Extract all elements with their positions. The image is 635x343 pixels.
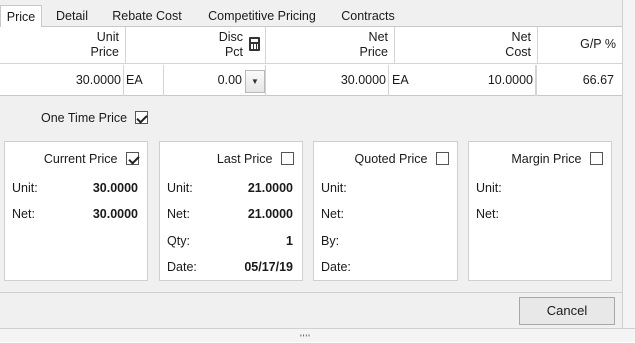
last-unit-label: Unit: xyxy=(167,181,193,195)
last-date-value: 05/17/19 xyxy=(244,260,293,274)
net-price-cell[interactable]: 30.0000 xyxy=(266,65,389,96)
current-net-value: 30.0000 xyxy=(92,207,138,221)
column-header-net-price: Net Price xyxy=(266,27,395,64)
current-net-label: Net: xyxy=(12,207,35,221)
cancel-button[interactable]: Cancel xyxy=(519,297,615,325)
quoted-price-checkbox[interactable] xyxy=(436,152,449,165)
background-window-edge xyxy=(622,0,635,342)
current-price-option[interactable]: Current Price xyxy=(44,152,139,166)
tab-detail[interactable]: Detail xyxy=(49,5,95,27)
background-window-bottom: '''' xyxy=(0,328,635,343)
disc-pct-cell[interactable]: 0.00 xyxy=(164,65,245,96)
last-qty-value: 1 xyxy=(286,234,293,248)
margin-net-label: Net: xyxy=(476,207,499,221)
margin-price-option[interactable]: Margin Price xyxy=(511,152,603,166)
unit-uom-cell[interactable]: EA xyxy=(124,65,164,96)
tab-contracts[interactable]: Contracts xyxy=(334,5,402,27)
tab-price[interactable]: Price xyxy=(0,5,42,28)
quoted-price-option[interactable]: Quoted Price xyxy=(355,152,449,166)
current-unit-label: Unit: xyxy=(12,181,38,195)
quoted-by-label: By: xyxy=(321,234,340,248)
current-unit-value: 30.0000 xyxy=(92,181,138,195)
last-price-title: Last Price xyxy=(216,152,273,166)
footer-divider xyxy=(0,292,622,293)
column-header-unit-price: Unit Price xyxy=(0,27,126,64)
chevron-down-icon[interactable]: ▼ xyxy=(245,70,265,93)
last-price-checkbox[interactable] xyxy=(281,152,294,165)
price-grid: Unit Price Disc Pct Net Price Net Cost G… xyxy=(0,27,622,96)
current-price-checkbox[interactable] xyxy=(126,152,139,165)
last-net-value: 21.0000 xyxy=(247,207,293,221)
tab-competitive-pricing[interactable]: Competitive Pricing xyxy=(199,5,325,27)
last-date-label: Date: xyxy=(167,260,197,274)
column-header-net-cost: Net Cost xyxy=(395,27,538,64)
tab-rebate-cost[interactable]: Rebate Cost xyxy=(104,5,190,27)
quoted-price-panel: Quoted Price Unit: Net: By: Date: xyxy=(313,141,458,281)
last-price-panel: Last Price Unit: 21.0000 Net: 21.0000 Qt… xyxy=(159,141,303,281)
last-unit-value: 21.0000 xyxy=(247,181,293,195)
one-time-price-label: One Time Price xyxy=(41,111,128,125)
column-header-disc-pct: Disc Pct xyxy=(126,27,266,64)
current-price-title: Current Price xyxy=(43,152,118,166)
quoted-unit-label: Unit: xyxy=(321,181,347,195)
last-qty-label: Qty: xyxy=(167,234,190,248)
quoted-date-label: Date: xyxy=(321,260,351,274)
margin-price-panel: Margin Price Unit: Net: xyxy=(468,141,612,281)
margin-price-checkbox[interactable] xyxy=(590,152,603,165)
column-header-gp-pct: G/P % xyxy=(538,27,622,64)
last-net-label: Net: xyxy=(167,207,190,221)
one-time-price-checkbox[interactable] xyxy=(134,111,148,124)
quoted-net-label: Net: xyxy=(321,207,344,221)
unit-price-cell[interactable]: 30.0000 xyxy=(0,65,124,96)
quoted-price-title: Quoted Price xyxy=(354,152,428,166)
tab-bar: Price Detail Rebate Cost Competitive Pri… xyxy=(0,5,622,28)
net-cost-cell[interactable]: 10.0000 xyxy=(395,65,536,96)
margin-price-title: Margin Price xyxy=(511,152,582,166)
price-dialog: Price Detail Rebate Cost Competitive Pri… xyxy=(0,0,622,328)
last-price-option[interactable]: Last Price xyxy=(217,152,294,166)
margin-unit-label: Unit: xyxy=(476,181,502,195)
one-time-price-option[interactable]: One Time Price xyxy=(41,111,148,125)
gp-pct-cell[interactable]: 66.67 xyxy=(537,65,622,96)
calculator-icon[interactable] xyxy=(249,37,260,51)
current-price-panel: Current Price Unit: 30.0000 Net: 30.0000 xyxy=(4,141,148,281)
